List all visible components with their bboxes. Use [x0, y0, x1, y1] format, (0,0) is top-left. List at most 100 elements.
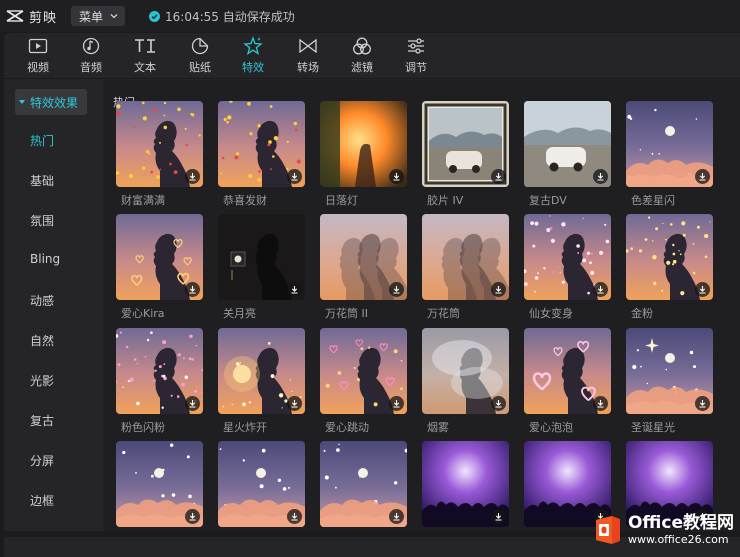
tool-text[interactable]: 文本 — [121, 36, 169, 78]
adjust-icon — [405, 36, 427, 56]
caret-down-icon — [19, 100, 25, 104]
download-icon[interactable] — [185, 509, 200, 524]
category-item[interactable]: 边框 — [30, 492, 54, 509]
effect-name: 恭喜发财 — [223, 194, 267, 207]
text-icon — [134, 36, 156, 56]
effect-name: 日落灯 — [325, 194, 358, 207]
effect-card[interactable] — [422, 441, 509, 527]
audio-icon — [80, 36, 102, 56]
download-icon[interactable] — [389, 509, 404, 524]
filter-icon — [351, 36, 373, 56]
menu-label: 菜单 — [79, 9, 104, 24]
download-icon[interactable] — [185, 396, 200, 411]
effect-card[interactable] — [218, 101, 305, 187]
effect-name: 爱心泡泡 — [529, 421, 573, 434]
video-icon — [27, 36, 49, 56]
effect-name: 色差星闪 — [631, 194, 675, 207]
effects-icon — [242, 36, 264, 56]
download-icon[interactable] — [389, 396, 404, 411]
effect-card[interactable] — [320, 441, 407, 527]
download-icon[interactable] — [593, 169, 608, 184]
office-logo-icon — [590, 513, 624, 547]
download-icon[interactable] — [491, 396, 506, 411]
category-item[interactable]: 动感 — [30, 292, 54, 309]
category-item[interactable]: 自然 — [30, 332, 54, 349]
effect-card[interactable] — [320, 101, 407, 187]
tool-audio-label: 音频 — [80, 61, 102, 74]
effect-card[interactable] — [218, 328, 305, 414]
download-icon[interactable] — [287, 509, 302, 524]
effect-card[interactable] — [524, 328, 611, 414]
category-group-label: 特效效果 — [30, 95, 79, 110]
tool-video[interactable]: 视频 — [14, 36, 62, 78]
category-item[interactable]: 热门 — [30, 132, 54, 149]
effect-card[interactable] — [218, 214, 305, 300]
tool-adjust-label: 调节 — [405, 61, 427, 74]
effect-card[interactable] — [626, 214, 713, 300]
effect-card[interactable] — [524, 214, 611, 300]
effect-name: 金粉 — [631, 307, 653, 320]
download-icon[interactable] — [389, 282, 404, 297]
watermark-title: Office教程网 — [627, 513, 734, 533]
effect-card[interactable] — [116, 441, 203, 527]
download-icon[interactable] — [287, 282, 302, 297]
tool-audio[interactable]: 音频 — [67, 36, 115, 78]
save-status-text: 16:04:55 自动保存成功 — [165, 9, 295, 24]
download-icon[interactable] — [593, 282, 608, 297]
download-icon[interactable] — [695, 282, 710, 297]
effect-name: 圣诞星光 — [631, 421, 675, 434]
title-bar: 剪映 菜单 16:04:55 自动保存成功 — [0, 0, 740, 32]
check-icon — [149, 10, 161, 22]
download-icon[interactable] — [287, 396, 302, 411]
category-item[interactable]: 氛围 — [30, 212, 54, 229]
watermark-text: Office教程网 www.office26.com — [627, 513, 734, 547]
chevron-down-icon — [110, 14, 118, 19]
effect-card[interactable] — [422, 214, 509, 300]
category-item[interactable]: 复古 — [30, 412, 54, 429]
effect-card[interactable] — [626, 328, 713, 414]
media-toolbar: 视频 音频 文本 贴纸 特效 转场 滤镜 调节 — [4, 33, 740, 79]
download-icon[interactable] — [491, 282, 506, 297]
effect-card[interactable] — [320, 328, 407, 414]
download-icon[interactable] — [491, 169, 506, 184]
download-icon[interactable] — [185, 169, 200, 184]
effect-card[interactable] — [422, 328, 509, 414]
download-icon[interactable] — [185, 282, 200, 297]
effect-card[interactable] — [116, 214, 203, 300]
download-icon[interactable] — [695, 169, 710, 184]
download-icon[interactable] — [491, 509, 506, 524]
effect-name: 爱心Kira — [121, 307, 165, 320]
effect-name: 胶片 IV — [427, 194, 464, 207]
download-icon[interactable] — [695, 396, 710, 411]
effect-card[interactable] — [524, 101, 611, 187]
watermark-url: www.office26.com — [627, 533, 729, 546]
effect-card[interactable] — [116, 328, 203, 414]
category-item[interactable]: 光影 — [30, 372, 54, 389]
app-name: 剪映 — [29, 10, 58, 26]
tool-sticker-label: 贴纸 — [189, 61, 211, 74]
tool-sticker[interactable]: 贴纸 — [176, 36, 224, 78]
tool-filter[interactable]: 滤镜 — [338, 36, 386, 78]
effect-card[interactable] — [116, 101, 203, 187]
effect-card[interactable] — [218, 441, 305, 527]
effect-card[interactable] — [320, 214, 407, 300]
tool-adjust[interactable]: 调节 — [392, 36, 440, 78]
effect-card[interactable] — [422, 101, 509, 187]
effect-name: 万花筒 II — [325, 307, 368, 320]
effect-name: 财富满满 — [121, 194, 165, 207]
category-item[interactable]: 分屏 — [30, 452, 54, 469]
effect-name: 烟雾 — [427, 421, 449, 434]
download-icon[interactable] — [287, 169, 302, 184]
capcut-logo-icon — [6, 10, 24, 22]
menu-button[interactable]: 菜单 — [71, 6, 126, 26]
download-icon[interactable] — [593, 396, 608, 411]
app-logo: 剪映 — [6, 7, 57, 26]
tool-video-label: 视频 — [27, 61, 49, 74]
effect-card[interactable] — [626, 101, 713, 187]
tool-effects[interactable]: 特效 — [229, 36, 277, 78]
category-group-header[interactable]: 特效效果 — [15, 89, 87, 115]
download-icon[interactable] — [389, 169, 404, 184]
category-item[interactable]: 基础 — [30, 172, 54, 189]
category-item[interactable]: Bling — [30, 252, 60, 266]
tool-transition[interactable]: 转场 — [284, 36, 332, 78]
